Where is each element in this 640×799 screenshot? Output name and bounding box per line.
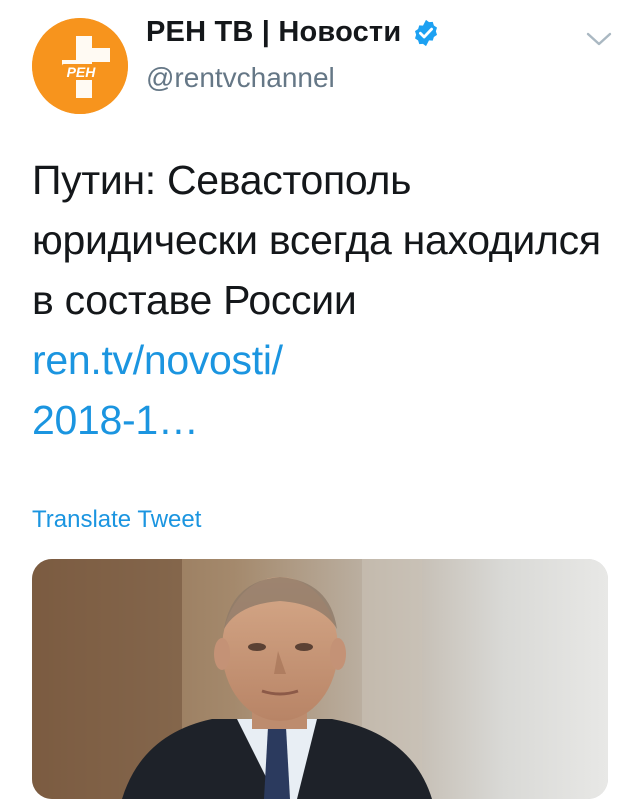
avatar-logo-text: РЕН [67, 64, 97, 80]
chevron-down-icon[interactable] [582, 28, 616, 50]
tweet-media-photo[interactable] [32, 559, 608, 799]
author-name-row: РЕН ТВ | Новости [146, 16, 441, 49]
tweet-link-part2: 2018-1… [32, 397, 199, 443]
tweet-body: Путин: Севастополь юридически всегда нах… [32, 157, 601, 323]
photo-of-person [32, 559, 608, 799]
translate-tweet-link[interactable]: Translate Tweet [32, 506, 201, 534]
avatar[interactable]: РЕН [32, 18, 128, 114]
author-display-name[interactable]: РЕН ТВ | Новости [146, 16, 401, 49]
verified-badge-icon [415, 19, 438, 46]
tweet-link-part1: ren.tv/novosti/ [32, 337, 283, 383]
tweet-text: Путин: Севастополь юридически всегда нах… [32, 150, 602, 450]
author-handle[interactable]: @rentvchannel [146, 62, 335, 94]
tweet-link[interactable]: ren.tv/novosti/2018-1… [32, 337, 283, 443]
rentv-logo-icon: РЕН [32, 18, 128, 114]
